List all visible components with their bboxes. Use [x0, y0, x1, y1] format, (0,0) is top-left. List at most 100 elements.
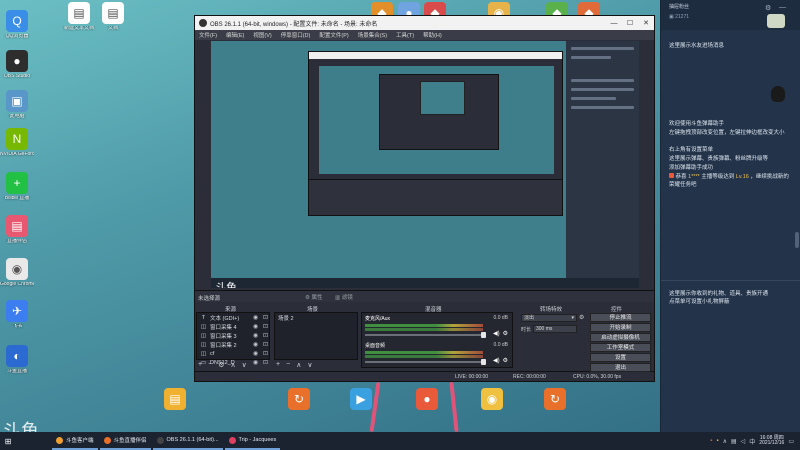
chat-minimize-icon[interactable]: — — [779, 4, 786, 11]
lock-icon[interactable]: ⊡ — [262, 359, 269, 366]
control-button[interactable]: 启动虚拟摄像机 — [590, 333, 651, 342]
desktop-shortcut[interactable]: ▤ 直播伴侣 — [0, 215, 34, 245]
scene-down-icon[interactable]: ∨ — [307, 361, 312, 369]
control-button[interactable]: 停止推流 — [590, 313, 651, 322]
close-button[interactable]: ✕ — [638, 19, 654, 27]
desktop-shortcut[interactable]: ▤ 新建文本文档 — [62, 2, 96, 32]
desktop-shortcut[interactable]: ▤ — [158, 388, 192, 410]
volume-slider[interactable] — [365, 359, 486, 365]
source-item[interactable]: T 文本 (GDI+) ◉ ⊡ — [197, 313, 269, 322]
gift-area-notice: 这里展示你收到的礼物、道具、贵族开通 点菜单可设置小礼物屏蔽 — [669, 291, 769, 306]
maximize-button[interactable]: ☐ — [622, 19, 638, 27]
control-button[interactable]: 设置 — [590, 353, 651, 362]
network-icon[interactable]: ▤ — [731, 438, 737, 445]
menu-item[interactable]: 帮助(H) — [423, 31, 442, 39]
menu-item[interactable]: 停靠窗口(D) — [281, 31, 311, 39]
visibility-eye-icon[interactable]: ◉ — [252, 332, 259, 339]
chat-scrollbar[interactable] — [795, 232, 799, 248]
desktop-shortcut[interactable]: Q QQ浏览器 — [0, 10, 34, 40]
menu-item[interactable]: 配置文件(P) — [319, 31, 348, 39]
move-up-icon[interactable]: ∧ — [230, 361, 235, 369]
clock[interactable]: 16:08 周四 2021/12/16 — [759, 435, 784, 447]
tray-app-icon[interactable]: ▪ — [716, 438, 718, 444]
desktop-shortcut[interactable]: + Bilibili 直播 — [0, 172, 34, 202]
tray-expand-icon[interactable]: ∧ — [723, 438, 727, 445]
speaker-icon[interactable]: ◀) — [493, 357, 500, 364]
sources-list[interactable]: T 文本 (GDI+) ◉ ⊡ ◫ 窗口采集 4 ◉ ⊡ ◫ 窗口采集 3 ◉ ⊡ ◫ 窗口采集 2 ◉ ⊡ ◫… — [196, 312, 270, 366]
filters-button[interactable]: ▥ 滤镜 — [335, 293, 353, 301]
visibility-eye-icon[interactable]: ◉ — [252, 359, 259, 366]
source-item[interactable]: ◫ 窗口采集 3 ◉ ⊡ — [197, 331, 269, 340]
lock-icon[interactable]: ⊡ — [262, 341, 269, 348]
volume-slider-thumb[interactable] — [481, 332, 486, 338]
lock-icon[interactable]: ⊡ — [262, 350, 269, 357]
lock-icon[interactable]: ⊡ — [262, 323, 269, 330]
audio-mixer[interactable]: 麦克风/Aux 0.0 dB ◀) ⚙ 桌面音频 0.0 dB ◀) ⚙ — [361, 312, 513, 368]
scenes-list[interactable]: 场景 2 — [274, 312, 358, 360]
obs-preview[interactable]: 斗鱼 — [211, 41, 639, 288]
desktop-shortcut[interactable]: ▤ 文档 — [96, 2, 130, 32]
desktop-shortcut[interactable]: ◉ Google Chrome — [0, 258, 34, 288]
tray-app-icon[interactable]: ▪ — [710, 438, 712, 444]
visibility-eye-icon[interactable]: ◉ — [252, 350, 259, 357]
volume-slider-thumb[interactable] — [481, 359, 486, 365]
mixer-settings-icon[interactable]: ⚙ — [503, 330, 508, 337]
menu-item[interactable]: 文件(F) — [199, 31, 217, 39]
desktop-shortcut[interactable]: N NVIDIA GeForce Experience — [0, 128, 34, 158]
chat-settings-icon[interactable]: ⚙ — [765, 4, 771, 12]
visibility-eye-icon[interactable]: ◉ — [252, 314, 259, 321]
desktop-shortcut[interactable]: ▣ 此电脑 — [0, 90, 34, 120]
desktop-shortcut[interactable]: ● OBS Studio — [0, 50, 34, 80]
visibility-eye-icon[interactable]: ◉ — [252, 341, 259, 348]
notification-icon[interactable]: ▭ — [788, 438, 794, 445]
desktop-shortcut[interactable]: ✈ 飞书 — [0, 300, 34, 330]
desktop-shortcut-label: NVIDIA GeForce Experience — [0, 152, 34, 157]
minimize-button[interactable]: — — [606, 20, 622, 27]
source-item[interactable]: ◫ cf ◉ ⊡ — [197, 349, 269, 358]
taskbar-app[interactable]: 斗鱼客户端 — [52, 432, 98, 450]
desktop-shortcut[interactable]: ◐ 斗鱼直播 — [0, 345, 34, 375]
menu-item[interactable]: 视图(V) — [253, 31, 271, 39]
taskbar-app[interactable]: OBS 26.1.1 (64-bit)... — [152, 432, 223, 450]
start-button[interactable]: ⊞ — [0, 432, 16, 450]
menu-item[interactable]: 工具(T) — [396, 31, 414, 39]
transition-select[interactable]: 淡出 ▾ — [521, 314, 577, 322]
menu-item[interactable]: 编辑(E) — [226, 31, 244, 39]
lock-icon[interactable]: ⊡ — [262, 314, 269, 321]
remove-source-button[interactable]: − — [208, 361, 212, 369]
add-source-button[interactable]: + — [198, 361, 202, 369]
mixer-settings-icon[interactable]: ⚙ — [503, 357, 508, 364]
lock-icon[interactable]: ⊡ — [262, 332, 269, 339]
source-item[interactable]: ◫ 窗口采集 4 ◉ ⊡ — [197, 322, 269, 331]
source-item[interactable]: ◫ 窗口采集 2 ◉ ⊡ — [197, 340, 269, 349]
taskbar-app[interactable]: Trip - Jacquees — [224, 432, 281, 450]
properties-button[interactable]: ⚙ 属性 — [305, 293, 322, 301]
danmu-chat-panel[interactable]: 抽屉粉丝 ▣ 21271 ⚙ — 这里展示水友进场消息 欢迎使用斗鱼弹幕助手 左… — [660, 0, 800, 432]
taskbar-app-label: Trip - Jacquees — [238, 437, 277, 443]
add-transition-icon[interactable]: ⚙ — [579, 314, 584, 321]
volume-icon[interactable]: ◁ — [741, 438, 746, 445]
obs-titlebar[interactable]: OBS 26.1.1 (64-bit, windows) - 配置文件: 未命名… — [195, 16, 654, 30]
taskbar-app[interactable]: 斗鱼直播伴侣 — [99, 432, 151, 450]
preview-watermark: 斗鱼 — [215, 282, 237, 288]
desktop-shortcut[interactable]: ↻ — [282, 388, 316, 410]
volume-slider[interactable] — [365, 332, 486, 338]
desktop-shortcut[interactable]: ↻ — [538, 388, 572, 410]
add-scene-button[interactable]: + — [276, 361, 280, 369]
scene-up-icon[interactable]: ∧ — [296, 361, 301, 369]
control-button[interactable]: 退出 — [590, 363, 651, 372]
desktop-shortcut[interactable]: ● — [410, 388, 444, 410]
desktop-shortcut[interactable]: ◉ — [475, 388, 509, 410]
move-down-icon[interactable]: ∨ — [242, 361, 247, 369]
speaker-icon[interactable]: ◀) — [493, 330, 500, 337]
input-method-icon[interactable]: 中 — [749, 437, 755, 446]
source-settings-icon[interactable]: ⚙ — [218, 361, 224, 369]
visibility-eye-icon[interactable]: ◉ — [252, 323, 259, 330]
remove-scene-button[interactable]: − — [286, 361, 290, 369]
control-button[interactable]: 开始录制 — [590, 323, 651, 332]
scene-item[interactable]: 场景 2 — [275, 313, 357, 322]
obs-window[interactable]: OBS 26.1.1 (64-bit, windows) - 配置文件: 未命名… — [194, 15, 655, 382]
duration-input[interactable]: 300 ms — [533, 325, 577, 333]
menu-item[interactable]: 场景集合(S) — [358, 31, 387, 39]
control-button[interactable]: 工作室模式 — [590, 343, 651, 352]
